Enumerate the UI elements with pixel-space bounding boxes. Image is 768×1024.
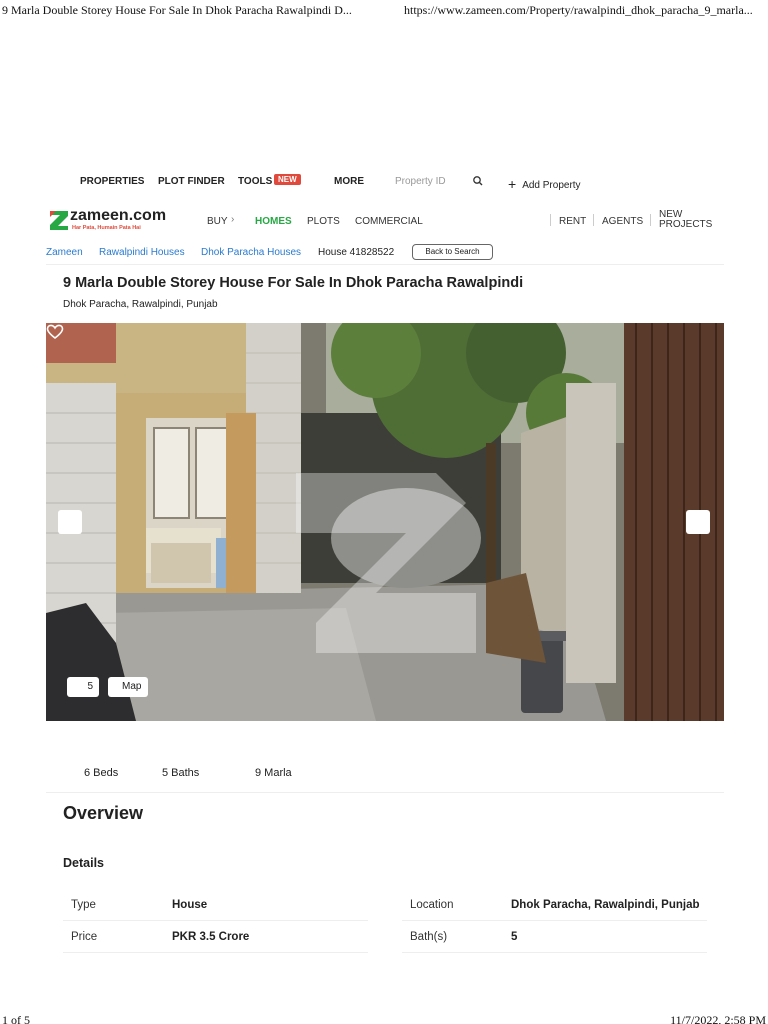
spec-baths: 5 Baths <box>162 767 200 779</box>
search-icon[interactable] <box>472 175 484 190</box>
detail-label: Location <box>410 899 454 911</box>
breadcrumb-item[interactable]: Rawalpindi Houses <box>99 247 185 258</box>
chevron-left-icon[interactable] <box>58 510 82 534</box>
detail-value: PKR 3.5 Crore <box>172 931 250 943</box>
print-timestamp: 11/7/2022, 2:58 PM <box>670 1013 766 1024</box>
nav-new-projects-line2: PROJECTS <box>659 219 713 230</box>
nav-plots[interactable]: PLOTS <box>307 216 340 227</box>
map-label: Map <box>122 681 142 692</box>
detail-value: House <box>172 899 208 911</box>
detail-label: Price <box>71 931 98 943</box>
nav-more[interactable]: MORE <box>334 176 364 187</box>
nav-divider <box>593 214 594 226</box>
new-badge: NEW <box>274 174 301 185</box>
print-url: https://www.zameen.com/Property/rawalpin… <box>404 3 753 17</box>
nav-new-projects[interactable]: NEW PROJECTS <box>659 210 712 230</box>
add-property-button[interactable]: + Add Property <box>508 175 581 192</box>
chevron-right-icon: › <box>231 214 235 225</box>
breadcrumb-item[interactable]: Zameen <box>46 247 83 258</box>
chevron-right-icon[interactable] <box>686 510 710 534</box>
details-row-type: Type House <box>63 893 368 921</box>
photo-count-button[interactable]: 5 <box>67 677 99 697</box>
nav-commercial[interactable]: COMMERCIAL <box>355 216 423 227</box>
back-to-search-button[interactable]: Back to Search <box>412 244 493 260</box>
house-photo-image <box>46 323 724 721</box>
spec-area: 9 Marla <box>255 767 292 779</box>
detail-value: 5 <box>511 931 518 943</box>
details-row-price: Price PKR 3.5 Crore <box>63 925 368 953</box>
detail-value: Dhok Paracha, Rawalpindi, Punjab <box>511 899 700 911</box>
divider <box>46 264 724 265</box>
property-id-input[interactable]: Property ID <box>395 176 446 187</box>
nav-properties[interactable]: PROPERTIES <box>80 176 144 187</box>
print-page-count: 1 of 5 <box>2 1013 30 1024</box>
details-row-location: Location Dhok Paracha, Rawalpindi, Punja… <box>402 893 707 921</box>
row-divider <box>63 952 368 953</box>
overview-heading: Overview <box>63 803 144 823</box>
listing-location: Dhok Paracha, Rawalpindi, Punjab <box>63 299 218 310</box>
row-divider <box>402 920 707 921</box>
detail-label: Type <box>71 899 96 911</box>
details-heading: Details <box>63 856 104 870</box>
zameen-logo-icon <box>50 211 68 230</box>
plus-icon: + <box>508 176 517 192</box>
detail-label: Bath(s) <box>410 931 448 943</box>
breadcrumb: Zameen Rawalpindi Houses Dhok Paracha Ho… <box>46 244 726 260</box>
brand-name: zameen.com <box>70 207 167 224</box>
nav-rent[interactable]: RENT <box>559 216 586 227</box>
nav-homes[interactable]: HOMES <box>255 216 292 227</box>
nav-plot-finder[interactable]: PLOT FINDER <box>158 176 225 187</box>
nav-buy[interactable]: BUY <box>207 216 228 227</box>
nav-agents[interactable]: AGENTS <box>602 216 643 227</box>
photo-count: 5 <box>87 681 93 692</box>
add-property-label: Add Property <box>522 180 581 191</box>
breadcrumb-current: House 41828522 <box>318 247 395 258</box>
breadcrumb-item[interactable]: Dhok Paracha Houses <box>201 247 301 258</box>
details-row-baths: Bath(s) 5 <box>402 925 707 953</box>
utility-nav: PROPERTIES PLOT FINDER TOOLS NEW MORE Pr… <box>80 172 700 192</box>
brand-tagline: Har Pata, Humain Pata Hai <box>72 225 141 231</box>
nav-divider <box>550 214 551 226</box>
map-button[interactable]: Map <box>108 677 148 697</box>
main-nav: zameen.com Har Pata, Humain Pata Hai BUY… <box>48 206 724 236</box>
zameen-logo[interactable]: zameen.com Har Pata, Humain Pata Hai <box>48 206 178 236</box>
listing-title: 9 Marla Double Storey House For Sale In … <box>63 275 524 291</box>
heart-icon[interactable] <box>46 323 64 341</box>
print-page-title: 9 Marla Double Storey House For Sale In … <box>2 3 352 17</box>
divider <box>46 792 724 793</box>
spec-beds: 6 Beds <box>84 767 119 779</box>
nav-tools[interactable]: TOOLS <box>238 176 272 187</box>
nav-divider <box>650 214 651 226</box>
row-divider <box>402 952 707 953</box>
property-photo[interactable]: 5 Map <box>46 323 724 721</box>
row-divider <box>63 920 368 921</box>
